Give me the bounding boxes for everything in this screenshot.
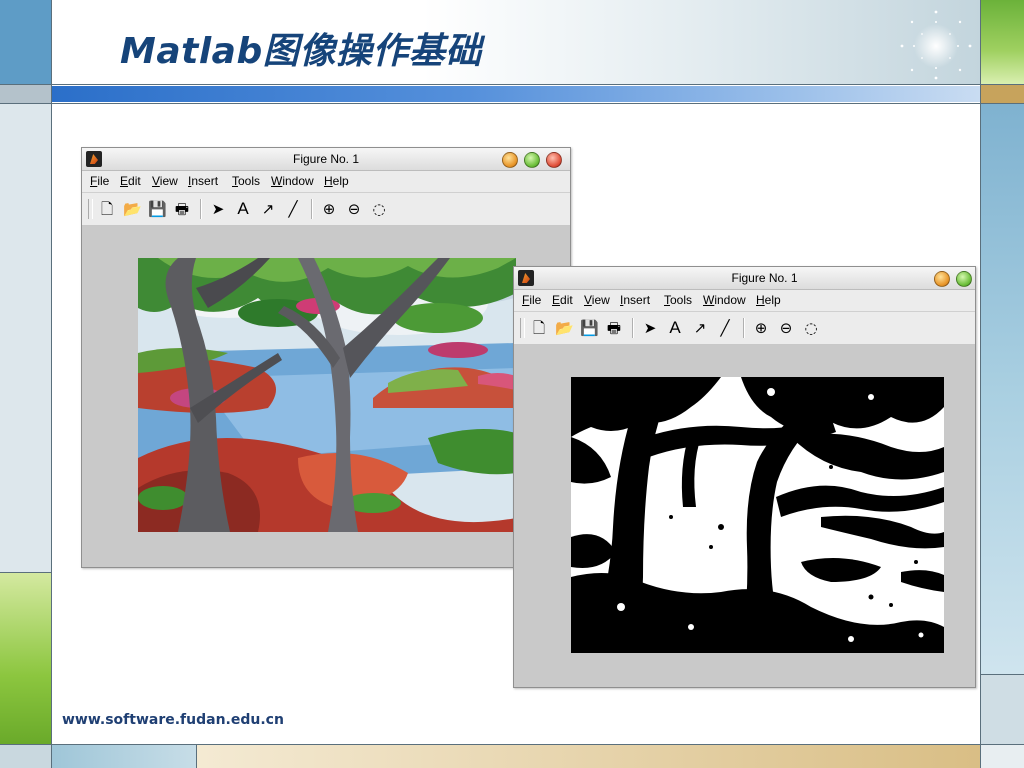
figure-canvas[interactable] [82, 226, 570, 567]
arrow-icon[interactable]: ↗ [691, 319, 709, 337]
open-folder-icon[interactable]: 📂 [555, 319, 574, 337]
frame-line [0, 572, 51, 573]
right-green-block [981, 0, 1024, 84]
toolbar-separator [632, 318, 633, 338]
title-bar[interactable]: Figure No. 1 [82, 148, 570, 171]
menu-insert[interactable]: Insert [620, 293, 650, 307]
new-file-icon[interactable]: 🗋 [530, 319, 548, 337]
sparkle-icon [900, 10, 972, 80]
left-pale-block [0, 104, 51, 572]
menu-tools[interactable]: Tools [232, 174, 260, 188]
zoom-out-icon[interactable]: ⊖ [345, 200, 363, 218]
zoom-out-icon[interactable]: ⊖ [777, 319, 795, 337]
bottom-teal-strip [52, 745, 196, 768]
right-teal-block [981, 104, 1024, 674]
zoom-in-icon[interactable]: ⊕ [752, 319, 770, 337]
toolbar-grip[interactable] [88, 199, 93, 219]
toolbar-grip[interactable] [520, 318, 525, 338]
open-folder-icon[interactable]: 📂 [123, 200, 142, 218]
rotate-icon[interactable]: ◌ [370, 200, 388, 218]
arrow-icon[interactable]: ↗ [259, 200, 277, 218]
right-tan-strip [981, 85, 1024, 103]
maximize-button[interactable] [956, 271, 972, 287]
menu-window[interactable]: Window [703, 293, 746, 307]
toolbar-separator [200, 199, 201, 219]
menu-edit[interactable]: Edit [120, 174, 141, 188]
save-icon[interactable]: 💾 [148, 200, 167, 218]
new-file-icon[interactable]: 🗋 [98, 200, 116, 218]
title-bar[interactable]: Figure No. 1 [514, 267, 975, 290]
figure-canvas[interactable] [514, 345, 975, 687]
toolbar-separator [743, 318, 744, 338]
color-landscape-image [138, 258, 516, 532]
pointer-icon[interactable]: ➤ [209, 200, 227, 218]
zoom-in-icon[interactable]: ⊕ [320, 200, 338, 218]
menu-view[interactable]: View [152, 174, 178, 188]
frame-line [980, 0, 981, 768]
window-title: Figure No. 1 [292, 152, 360, 166]
left-blue-block [0, 0, 51, 84]
right-bottom-block [981, 745, 1024, 768]
menu-help[interactable]: Help [324, 174, 349, 188]
menu-bar: File Edit View Insert Tools Window Help [514, 290, 975, 312]
frame-line [0, 103, 1024, 104]
pointer-icon[interactable]: ➤ [641, 319, 659, 337]
minimize-button[interactable] [502, 152, 518, 168]
slide-title: Matlab图像操作基础 [120, 31, 482, 72]
footer-url: www.software.fudan.edu.cn [62, 712, 284, 728]
figure-toolbar: 🗋 📂 💾 🖶 ➤ A ↗ ╱ ⊕ ⊖ ◌ [514, 312, 975, 345]
maximize-button[interactable] [524, 152, 540, 168]
left-bottom-block [0, 745, 51, 768]
frame-line [0, 84, 1024, 85]
line-icon[interactable]: ╱ [716, 319, 734, 337]
binary-landscape-image [571, 377, 944, 653]
blue-divider-bar [52, 86, 980, 102]
frame-line [0, 744, 1024, 745]
line-icon[interactable]: ╱ [284, 200, 302, 218]
toolbar-separator [311, 199, 312, 219]
bottom-tan-strip [197, 745, 980, 768]
menu-view[interactable]: View [584, 293, 610, 307]
rotate-icon[interactable]: ◌ [802, 319, 820, 337]
print-icon[interactable]: 🖶 [605, 319, 623, 337]
menu-edit[interactable]: Edit [552, 293, 573, 307]
print-icon[interactable]: 🖶 [173, 200, 191, 218]
text-icon[interactable]: A [666, 319, 684, 337]
right-pale-block [981, 675, 1024, 744]
frame-line [981, 674, 1024, 675]
left-green-block [0, 573, 51, 744]
frame-line [196, 745, 197, 768]
menu-insert[interactable]: Insert [188, 174, 218, 188]
menu-tools[interactable]: Tools [664, 293, 692, 307]
figure-window-binary[interactable]: Figure No. 1 File Edit View Insert Tools… [513, 266, 976, 688]
menu-file[interactable]: File [522, 293, 541, 307]
left-gray-strip [0, 85, 51, 103]
window-title: Figure No. 1 [731, 271, 798, 285]
minimize-button[interactable] [934, 271, 950, 287]
save-icon[interactable]: 💾 [580, 319, 599, 337]
close-button[interactable] [546, 152, 562, 168]
menu-help[interactable]: Help [756, 293, 781, 307]
menu-window[interactable]: Window [271, 174, 314, 188]
figure-toolbar: 🗋 📂 💾 🖶 ➤ A ↗ ╱ ⊕ ⊖ ◌ [82, 193, 570, 226]
frame-line [51, 0, 52, 768]
menu-file[interactable]: File [90, 174, 109, 188]
figure-window-color[interactable]: Figure No. 1 File Edit View Insert Tools… [81, 147, 571, 568]
matlab-icon [518, 270, 534, 286]
text-icon[interactable]: A [234, 200, 252, 218]
menu-bar: File Edit View Insert Tools Window Help [82, 171, 570, 193]
